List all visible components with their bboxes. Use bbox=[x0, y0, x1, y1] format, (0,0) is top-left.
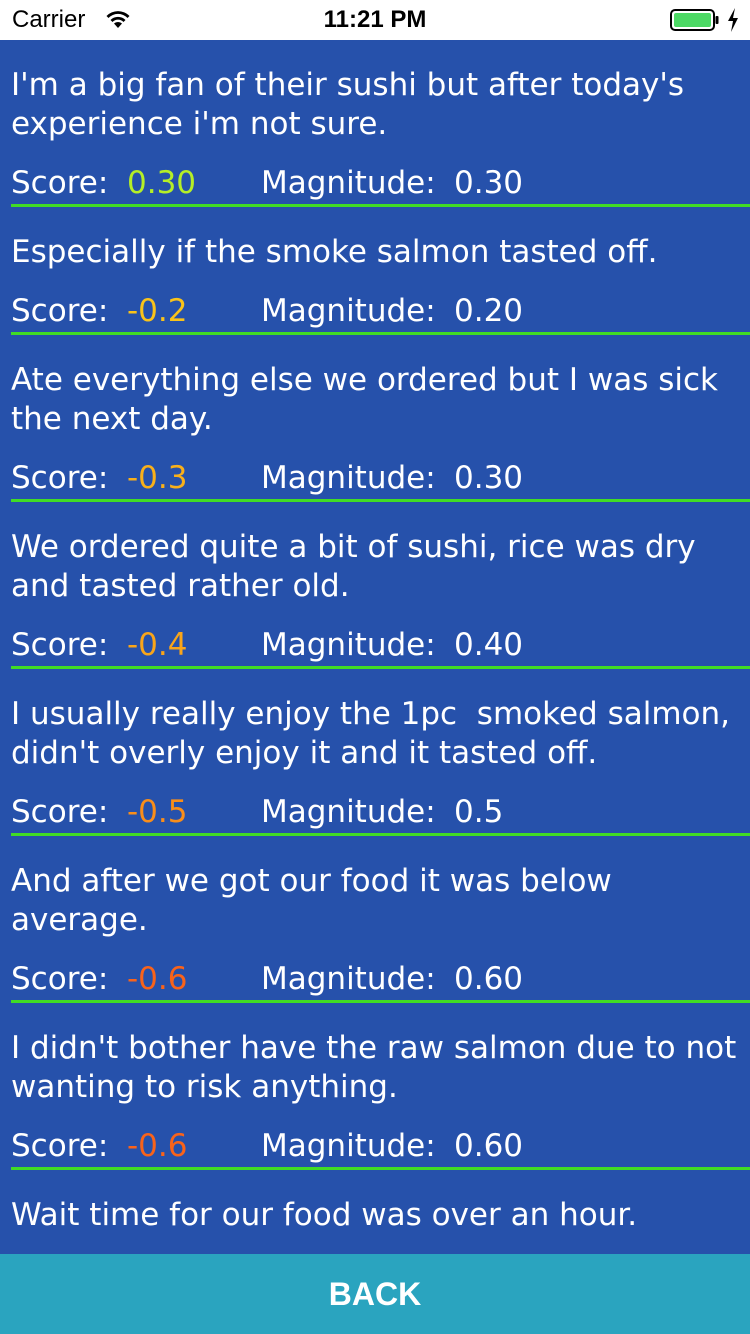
list-item: I'm a big fan of their sushi but after t… bbox=[0, 40, 750, 207]
status-bar: Carrier 11:21 PM bbox=[0, 0, 750, 40]
back-button[interactable]: BACK bbox=[0, 1254, 750, 1334]
sentence-text: Wait time for our food was over an hour. bbox=[11, 1197, 638, 1233]
charging-bolt-icon bbox=[728, 8, 738, 32]
magnitude-value: 0.60 bbox=[454, 961, 524, 997]
score-row: Score: -0.3 Magnitude: 0.30 bbox=[11, 457, 750, 502]
score-label: Score: bbox=[11, 293, 109, 329]
score-row: Score: -0.6 Magnitude: 0.60 bbox=[11, 958, 750, 1003]
score-row: Score: -0.5 Magnitude: 0.5 bbox=[11, 791, 750, 836]
magnitude-value: 0.5 bbox=[454, 794, 504, 830]
score-label: Score: bbox=[11, 165, 109, 201]
score-value: -0.6 bbox=[127, 1128, 188, 1164]
list-item: I usually really enjoy the 1pc smoked sa… bbox=[0, 669, 750, 836]
score-label: Score: bbox=[11, 961, 109, 997]
magnitude-value: 0.30 bbox=[454, 460, 524, 496]
magnitude-label: Magnitude: bbox=[261, 460, 436, 496]
score-row: Score: -0.4 Magnitude: 0.40 bbox=[11, 624, 750, 669]
sentence-text: And after we got our food it was below a… bbox=[11, 863, 622, 938]
magnitude-label: Magnitude: bbox=[261, 794, 436, 830]
sentence-text: Especially if the smoke salmon tasted of… bbox=[11, 234, 658, 270]
sentence-text: I didn't bother have the raw salmon due … bbox=[11, 1030, 747, 1105]
score-label: Score: bbox=[11, 794, 109, 830]
list-item: Wait time for our food was over an hour. bbox=[0, 1170, 750, 1235]
score-label: Score: bbox=[11, 627, 109, 663]
score-value: -0.3 bbox=[127, 460, 188, 496]
magnitude-value: 0.60 bbox=[454, 1128, 524, 1164]
magnitude-label: Magnitude: bbox=[261, 293, 436, 329]
magnitude-label: Magnitude: bbox=[261, 961, 436, 997]
score-value: -0.6 bbox=[127, 961, 188, 997]
clock: 11:21 PM bbox=[323, 6, 427, 33]
magnitude-value: 0.30 bbox=[454, 165, 524, 201]
score-value: -0.2 bbox=[127, 293, 188, 329]
score-row: Score: 0.30 Magnitude: 0.30 bbox=[11, 162, 750, 207]
sentence-text: We ordered quite a bit of sushi, rice wa… bbox=[11, 529, 706, 604]
magnitude-label: Magnitude: bbox=[261, 165, 436, 201]
score-value: 0.30 bbox=[127, 165, 197, 201]
list-item: I didn't bother have the raw salmon due … bbox=[0, 1003, 750, 1170]
score-row: Score: -0.6 Magnitude: 0.60 bbox=[11, 1125, 750, 1170]
sentence-list[interactable]: I'm a big fan of their sushi but after t… bbox=[0, 40, 750, 1254]
score-row: Score: -0.2 Magnitude: 0.20 bbox=[11, 290, 750, 335]
list-item: And after we got our food it was below a… bbox=[0, 836, 750, 1003]
magnitude-label: Magnitude: bbox=[261, 1128, 436, 1164]
sentence-text: I'm a big fan of their sushi but after t… bbox=[11, 67, 694, 142]
magnitude-value: 0.40 bbox=[454, 627, 524, 663]
list-item: Ate everything else we ordered but I was… bbox=[0, 335, 750, 502]
score-label: Score: bbox=[11, 1128, 109, 1164]
battery-icon bbox=[670, 9, 719, 31]
score-value: -0.4 bbox=[127, 627, 188, 663]
magnitude-value: 0.20 bbox=[454, 293, 524, 329]
score-value: -0.5 bbox=[127, 794, 188, 830]
magnitude-label: Magnitude: bbox=[261, 627, 436, 663]
list-item: We ordered quite a bit of sushi, rice wa… bbox=[0, 502, 750, 669]
score-label: Score: bbox=[11, 460, 109, 496]
sentence-text: Ate everything else we ordered but I was… bbox=[11, 362, 728, 437]
sentence-text: I usually really enjoy the 1pc smoked sa… bbox=[11, 696, 740, 771]
list-item: Especially if the smoke salmon tasted of… bbox=[0, 207, 750, 335]
